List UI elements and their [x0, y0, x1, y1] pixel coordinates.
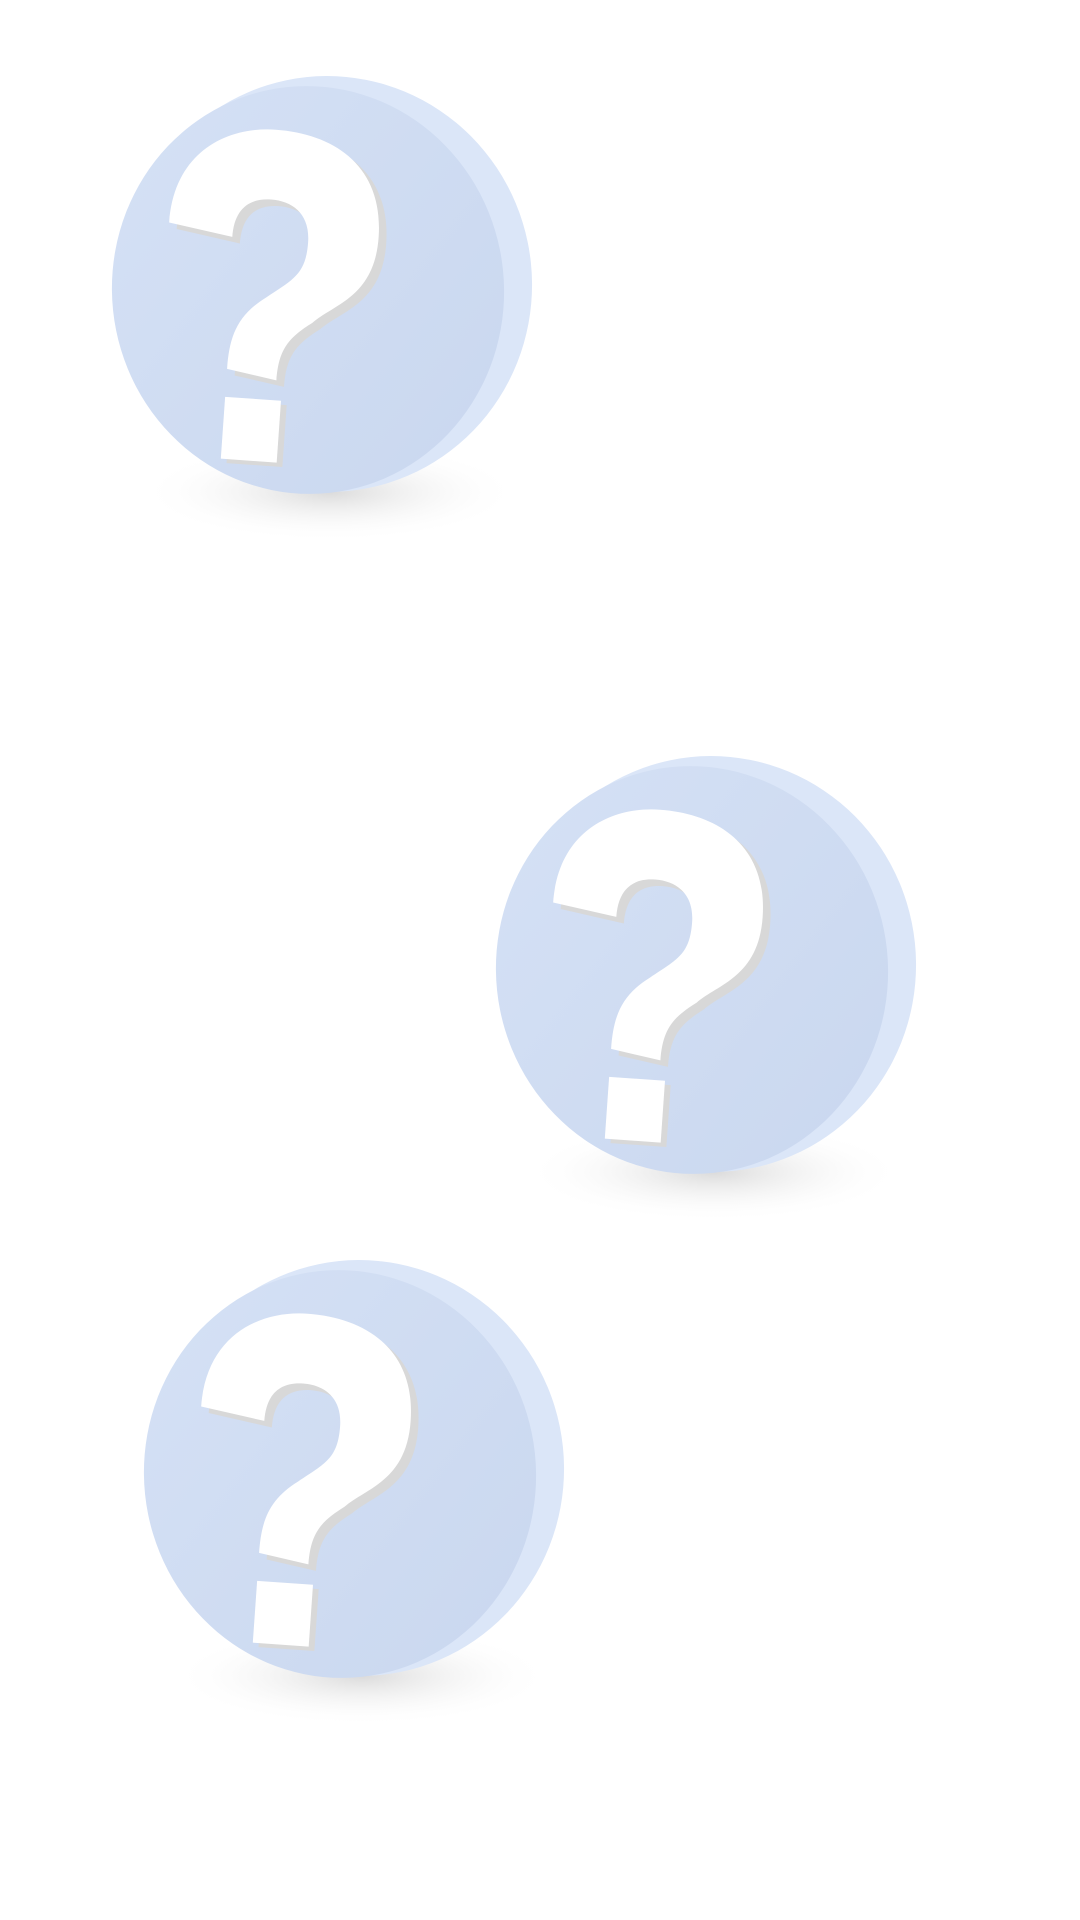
- page-canvas: [0, 0, 1080, 1920]
- question-mark-badge: [100, 72, 540, 572]
- question-mark-badge: [132, 1256, 572, 1756]
- question-mark-badge: [484, 752, 924, 1252]
- question-mark-icon: [495, 756, 917, 1222]
- question-mark-icon: [143, 1260, 565, 1726]
- question-mark-icon: [111, 76, 533, 542]
